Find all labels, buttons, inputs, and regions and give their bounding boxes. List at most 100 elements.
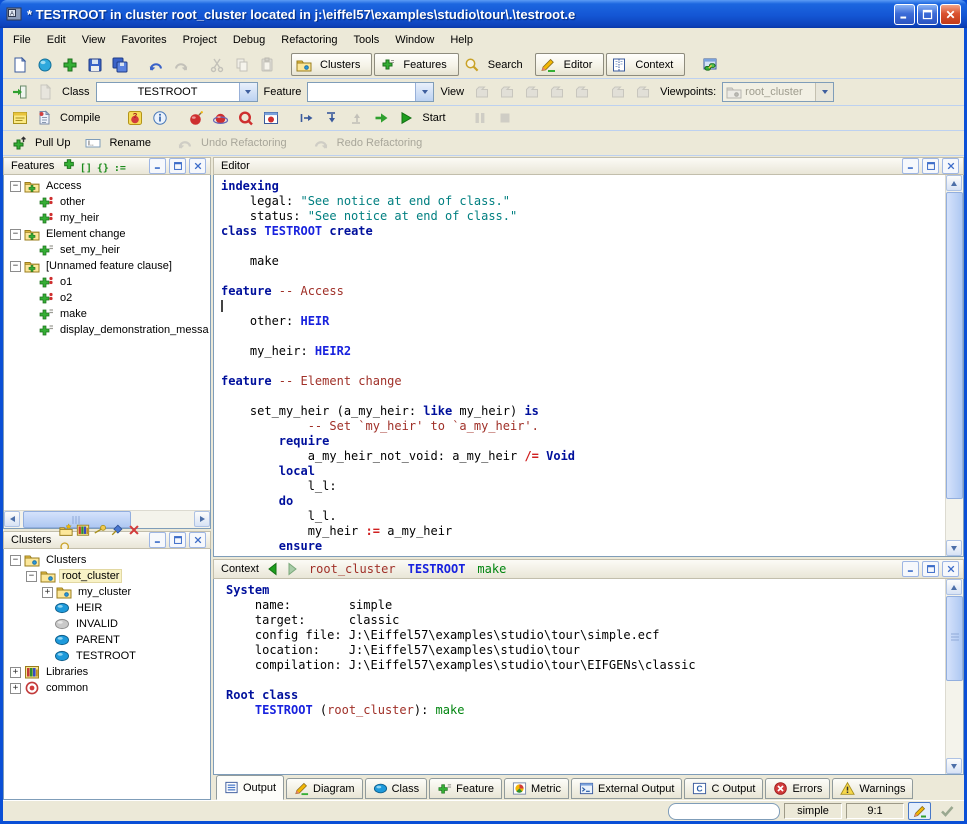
tree-item-root-cluster[interactable]: −root_cluster bbox=[4, 568, 210, 584]
tree-item-access[interactable]: −Access bbox=[4, 178, 210, 194]
edit-mode-button[interactable] bbox=[908, 802, 931, 820]
scroll-down-button[interactable] bbox=[946, 540, 962, 556]
collapse-icon[interactable]: − bbox=[10, 229, 21, 240]
start-button[interactable]: Start bbox=[395, 108, 455, 129]
new-cluster-button[interactable] bbox=[57, 523, 74, 538]
pane-minimize-button[interactable] bbox=[902, 561, 919, 577]
menu-view[interactable]: View bbox=[74, 30, 114, 50]
rename-button[interactable]: I..Rename bbox=[82, 133, 161, 154]
tree-item-heir[interactable]: HEIR bbox=[4, 600, 210, 616]
pull-up-button[interactable]: Pull Up bbox=[8, 133, 80, 154]
scroll-up-button[interactable] bbox=[946, 175, 962, 191]
maximize-button[interactable] bbox=[917, 4, 938, 25]
step-into-button[interactable] bbox=[320, 107, 343, 129]
debug-run-button[interactable] bbox=[184, 107, 207, 129]
scroll-down-button[interactable] bbox=[946, 758, 962, 774]
breakpoints-window-button[interactable] bbox=[259, 107, 282, 129]
scrollbar-thumb[interactable] bbox=[946, 596, 963, 681]
validity-button[interactable] bbox=[935, 802, 958, 820]
compile-query-button[interactable]: ? bbox=[123, 107, 146, 129]
history-back-button[interactable] bbox=[265, 561, 281, 577]
feature-combo[interactable] bbox=[307, 82, 434, 102]
new-library-button[interactable] bbox=[74, 523, 91, 538]
tab-diagram[interactable]: Diagram bbox=[286, 778, 363, 799]
pane-minimize-button[interactable] bbox=[902, 158, 919, 174]
menu-file[interactable]: File bbox=[5, 30, 39, 50]
tab-class[interactable]: Class bbox=[365, 778, 428, 799]
breadcrumb-root_cluster[interactable]: root_cluster bbox=[309, 562, 396, 576]
menu-debug[interactable]: Debug bbox=[225, 30, 273, 50]
minimize-button[interactable] bbox=[894, 4, 915, 25]
melt-button[interactable] bbox=[8, 107, 31, 129]
pane-maximize-button[interactable] bbox=[169, 158, 186, 174]
chevron-down-icon[interactable] bbox=[415, 83, 433, 101]
run-to-cursor-button[interactable] bbox=[370, 107, 393, 129]
scroll-right-button[interactable] bbox=[194, 511, 210, 527]
scroll-left-button[interactable] bbox=[4, 511, 20, 527]
undo-button[interactable] bbox=[144, 54, 167, 76]
expand-icon[interactable]: + bbox=[42, 587, 53, 598]
key-add-button[interactable] bbox=[108, 523, 125, 538]
pane-minimize-button[interactable] bbox=[149, 158, 166, 174]
editor-code-area[interactable]: indexing legal: "See notice at end of cl… bbox=[214, 175, 946, 556]
close-button[interactable] bbox=[940, 4, 961, 25]
system-info-button[interactable] bbox=[148, 107, 171, 129]
tab-output[interactable]: Output bbox=[216, 775, 284, 800]
collapse-icon[interactable]: − bbox=[10, 555, 21, 566]
collapse-icon[interactable]: − bbox=[10, 261, 21, 272]
tab-feature[interactable]: Feature bbox=[429, 778, 502, 799]
pane-close-button[interactable] bbox=[189, 158, 206, 174]
menu-favorites[interactable]: Favorites bbox=[113, 30, 174, 50]
tree-item-element-change[interactable]: −Element change bbox=[4, 226, 210, 242]
menu-tools[interactable]: Tools bbox=[346, 30, 388, 50]
search-button[interactable]: Search bbox=[461, 54, 533, 75]
features-button[interactable]: Features bbox=[374, 53, 458, 76]
brackets-button[interactable]: [] bbox=[77, 161, 94, 176]
tree-item-my-heir[interactable]: my_heir bbox=[4, 210, 210, 226]
tree-item-o1[interactable]: o1 bbox=[4, 274, 210, 290]
save-all-button[interactable] bbox=[108, 54, 131, 76]
expand-icon[interactable]: + bbox=[10, 683, 21, 694]
clusters-button[interactable]: Clusters bbox=[291, 53, 372, 76]
pane-close-button[interactable] bbox=[942, 561, 959, 577]
tab-c-output[interactable]: CC Output bbox=[684, 778, 763, 799]
collapse-icon[interactable]: − bbox=[10, 181, 21, 192]
tree-item-invalid[interactable]: INVALID bbox=[4, 616, 210, 632]
menu-project[interactable]: Project bbox=[175, 30, 225, 50]
open-button[interactable] bbox=[33, 54, 56, 76]
features-tree[interactable]: −Accessothermy_heir−Element changeset_my… bbox=[4, 175, 210, 510]
new-document-button[interactable] bbox=[8, 54, 31, 76]
tree-item-testroot[interactable]: TESTROOT bbox=[4, 648, 210, 664]
editor-button[interactable]: Editor bbox=[535, 53, 605, 76]
open-class-button[interactable] bbox=[8, 81, 31, 103]
tree-item-unnamed-feature-clause[interactable]: −[Unnamed feature clause] bbox=[4, 258, 210, 274]
tree-item-libraries[interactable]: +Libraries bbox=[4, 664, 210, 680]
context-button[interactable]: Context bbox=[606, 53, 685, 76]
tree-item-set-my-heir[interactable]: set_my_heir bbox=[4, 242, 210, 258]
context-output-area[interactable]: System name: simple target: classic conf… bbox=[214, 579, 946, 774]
assigner-button[interactable]: := bbox=[111, 161, 128, 176]
tab-external-output[interactable]: External Output bbox=[571, 778, 682, 799]
tree-item-common[interactable]: +common bbox=[4, 680, 210, 696]
pane-maximize-button[interactable] bbox=[169, 532, 186, 548]
vertical-scrollbar[interactable] bbox=[945, 175, 963, 556]
menu-edit[interactable]: Edit bbox=[39, 30, 74, 50]
status-filter-input[interactable] bbox=[668, 803, 780, 820]
remove-button[interactable] bbox=[125, 523, 142, 538]
tree-item-display-demonstration-messa[interactable]: display_demonstration_messa bbox=[4, 322, 210, 338]
scrollbar-thumb[interactable] bbox=[946, 192, 963, 499]
class-combo[interactable]: TESTROOT bbox=[96, 82, 258, 102]
collapse-icon[interactable]: − bbox=[26, 571, 37, 582]
scroll-up-button[interactable] bbox=[946, 579, 962, 595]
chevron-down-icon[interactable] bbox=[239, 83, 257, 101]
tab-warnings[interactable]: Warnings bbox=[832, 778, 913, 799]
pane-maximize-button[interactable] bbox=[922, 561, 939, 577]
ignore-breakpoints-button[interactable] bbox=[234, 107, 257, 129]
tree-item-my-cluster[interactable]: +my_cluster bbox=[4, 584, 210, 600]
pane-close-button[interactable] bbox=[189, 532, 206, 548]
tree-item-other[interactable]: other bbox=[4, 194, 210, 210]
new-feature-button[interactable] bbox=[60, 156, 77, 171]
external-commands-button[interactable] bbox=[698, 54, 721, 76]
expand-icon[interactable]: + bbox=[10, 667, 21, 678]
breadcrumb-testroot[interactable]: TESTROOT bbox=[408, 562, 466, 576]
